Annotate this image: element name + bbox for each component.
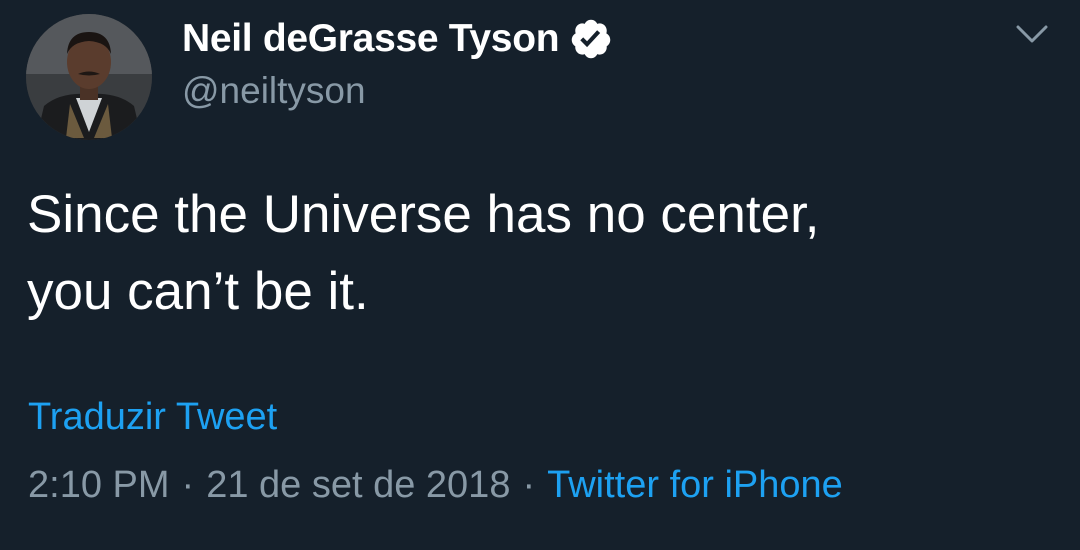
avatar[interactable] [26,14,152,140]
separator: · [522,464,536,506]
tweet-text-line: Since the Universe has no center, [27,185,820,244]
verified-badge-icon [569,17,613,61]
tweet-text: Since the Universe has no center, you ca… [27,176,1037,330]
tweet-source-link[interactable]: Twitter for iPhone [547,464,843,506]
author-name-row[interactable]: Neil deGrasse Tyson [182,12,613,66]
author-handle[interactable]: @neiltyson [182,70,366,112]
tweet-time[interactable]: 2:10 PM [28,464,170,506]
display-name[interactable]: Neil deGrasse Tyson [182,17,560,61]
tweet-date[interactable]: 21 de set de 2018 [206,464,510,506]
tweet-metadata: 2:10 PM · 21 de set de 2018 · Twitter for iP… [28,464,843,507]
separator: · [181,464,195,506]
chevron-down-icon[interactable] [1012,18,1052,48]
tweet-card: Neil deGrasse Tyson @neiltyson Since the… [0,0,1080,550]
tweet-text-line: you can’t be it. [27,262,369,321]
translate-tweet-link[interactable]: Traduzir Tweet [28,396,277,439]
avatar-photo [26,14,152,140]
